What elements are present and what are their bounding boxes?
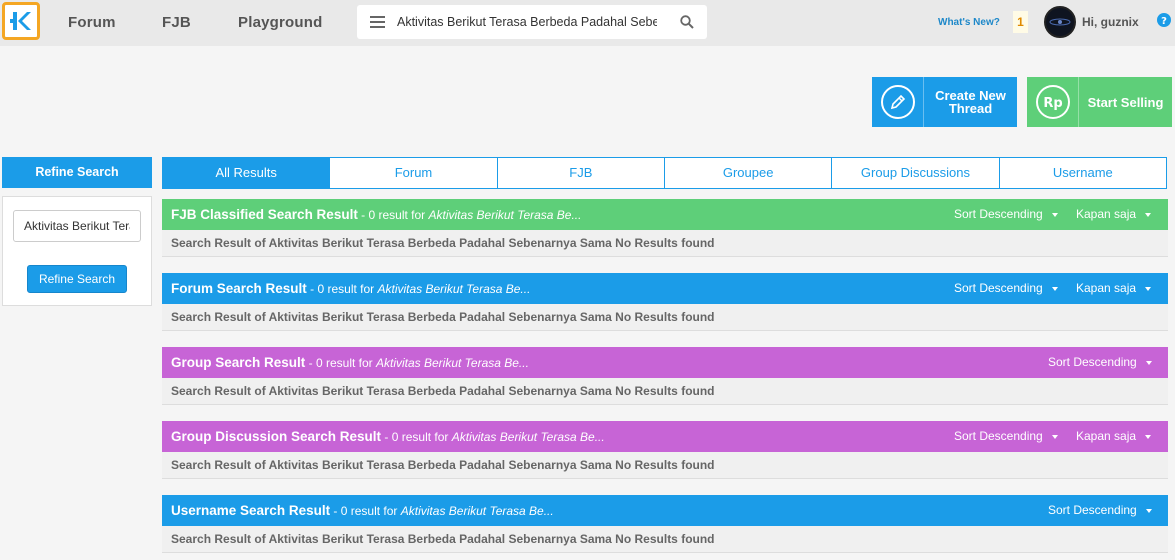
forum-result-section: Forum Search Result - 0 result for Aktiv… (162, 273, 1168, 331)
search-icon[interactable] (680, 15, 694, 29)
kaskus-logo-icon[interactable] (2, 2, 40, 40)
header-search-box (357, 5, 707, 39)
nav-playground-link[interactable]: Playground (238, 14, 323, 31)
section-header: FJB Classified Search Result - 0 result … (162, 199, 1168, 230)
section-body: Search Result of Aktivitas Berikut Teras… (162, 230, 1168, 257)
whats-new-link[interactable]: What's New? (938, 17, 1000, 28)
nav-forum-link[interactable]: Forum (68, 14, 116, 31)
section-title: Username Search Result - 0 result for Ak… (171, 503, 554, 518)
section-header: Username Search Result - 0 result for Ak… (162, 495, 1168, 526)
sort-dropdown[interactable]: Sort Descending (954, 207, 1058, 221)
section-title: Group Search Result - 0 result for Aktiv… (171, 355, 529, 370)
nav-fjb-link[interactable]: FJB (162, 14, 191, 31)
section-body: Search Result of Aktivitas Berikut Teras… (162, 452, 1168, 479)
section-header: Group Discussion Search Result - 0 resul… (162, 421, 1168, 452)
refine-search-title: Refine Search (2, 157, 152, 188)
avatar[interactable] (1044, 6, 1076, 38)
section-title: FJB Classified Search Result - 0 result … (171, 207, 582, 222)
top-navbar: Forum FJB Playground What's New? 1 Hi, g… (0, 0, 1175, 46)
sort-dropdown[interactable]: Sort Descending (1048, 503, 1152, 517)
section-header: Forum Search Result - 0 result for Aktiv… (162, 273, 1168, 304)
refine-search-panel: Refine Search (2, 196, 152, 306)
rupiah-icon: Rp (1027, 77, 1079, 127)
time-dropdown[interactable]: Kapan saja (1076, 207, 1152, 221)
section-body: Search Result of Aktivitas Berikut Teras… (162, 378, 1168, 405)
section-title: Group Discussion Search Result - 0 resul… (171, 429, 605, 444)
tab-groupee[interactable]: Groupee (664, 157, 833, 189)
username-result-section: Username Search Result - 0 result for Ak… (162, 495, 1168, 553)
sort-dropdown[interactable]: Sort Descending (954, 429, 1058, 443)
group-result-section: Group Search Result - 0 result for Aktiv… (162, 347, 1168, 405)
hamburger-menu-icon[interactable] (370, 16, 385, 28)
section-title: Forum Search Result - 0 result for Aktiv… (171, 281, 531, 296)
user-greeting[interactable]: Hi, guznix (1082, 15, 1139, 29)
header-search-input[interactable] (397, 10, 657, 34)
svg-text:?: ? (1161, 16, 1167, 27)
fjb-result-section: FJB Classified Search Result - 0 result … (162, 199, 1168, 257)
sort-dropdown[interactable]: Sort Descending (954, 281, 1058, 295)
refine-search-input[interactable] (13, 210, 141, 242)
start-selling-button[interactable]: Rp Start Selling (1027, 77, 1172, 127)
result-tabs: All Results Forum FJB Groupee Group Disc… (162, 157, 1167, 189)
svg-text:Rp: Rp (1043, 96, 1062, 111)
section-body: Search Result of Aktivitas Berikut Teras… (162, 526, 1168, 553)
tab-fjb[interactable]: FJB (497, 157, 665, 189)
create-thread-button[interactable]: Create New Thread (872, 77, 1017, 127)
create-thread-label: Create New Thread (935, 88, 1006, 116)
tab-group-discussions[interactable]: Group Discussions (832, 157, 1000, 189)
section-body: Search Result of Aktivitas Berikut Teras… (162, 304, 1168, 331)
group-discussion-result-section: Group Discussion Search Result - 0 resul… (162, 421, 1168, 479)
start-selling-label: Start Selling (1087, 94, 1164, 110)
time-dropdown[interactable]: Kapan saja (1076, 429, 1152, 443)
sort-dropdown[interactable]: Sort Descending (1048, 355, 1152, 369)
refine-search-button[interactable]: Refine Search (27, 265, 127, 293)
pencil-icon (872, 77, 924, 127)
help-icon[interactable]: ? (1157, 13, 1171, 27)
tab-username[interactable]: Username (999, 157, 1167, 189)
time-dropdown[interactable]: Kapan saja (1076, 281, 1152, 295)
tab-forum[interactable]: Forum (330, 157, 498, 189)
section-header: Group Search Result - 0 result for Aktiv… (162, 347, 1168, 378)
notification-badge[interactable]: 1 (1013, 11, 1028, 33)
tab-all-results[interactable]: All Results (162, 157, 331, 189)
